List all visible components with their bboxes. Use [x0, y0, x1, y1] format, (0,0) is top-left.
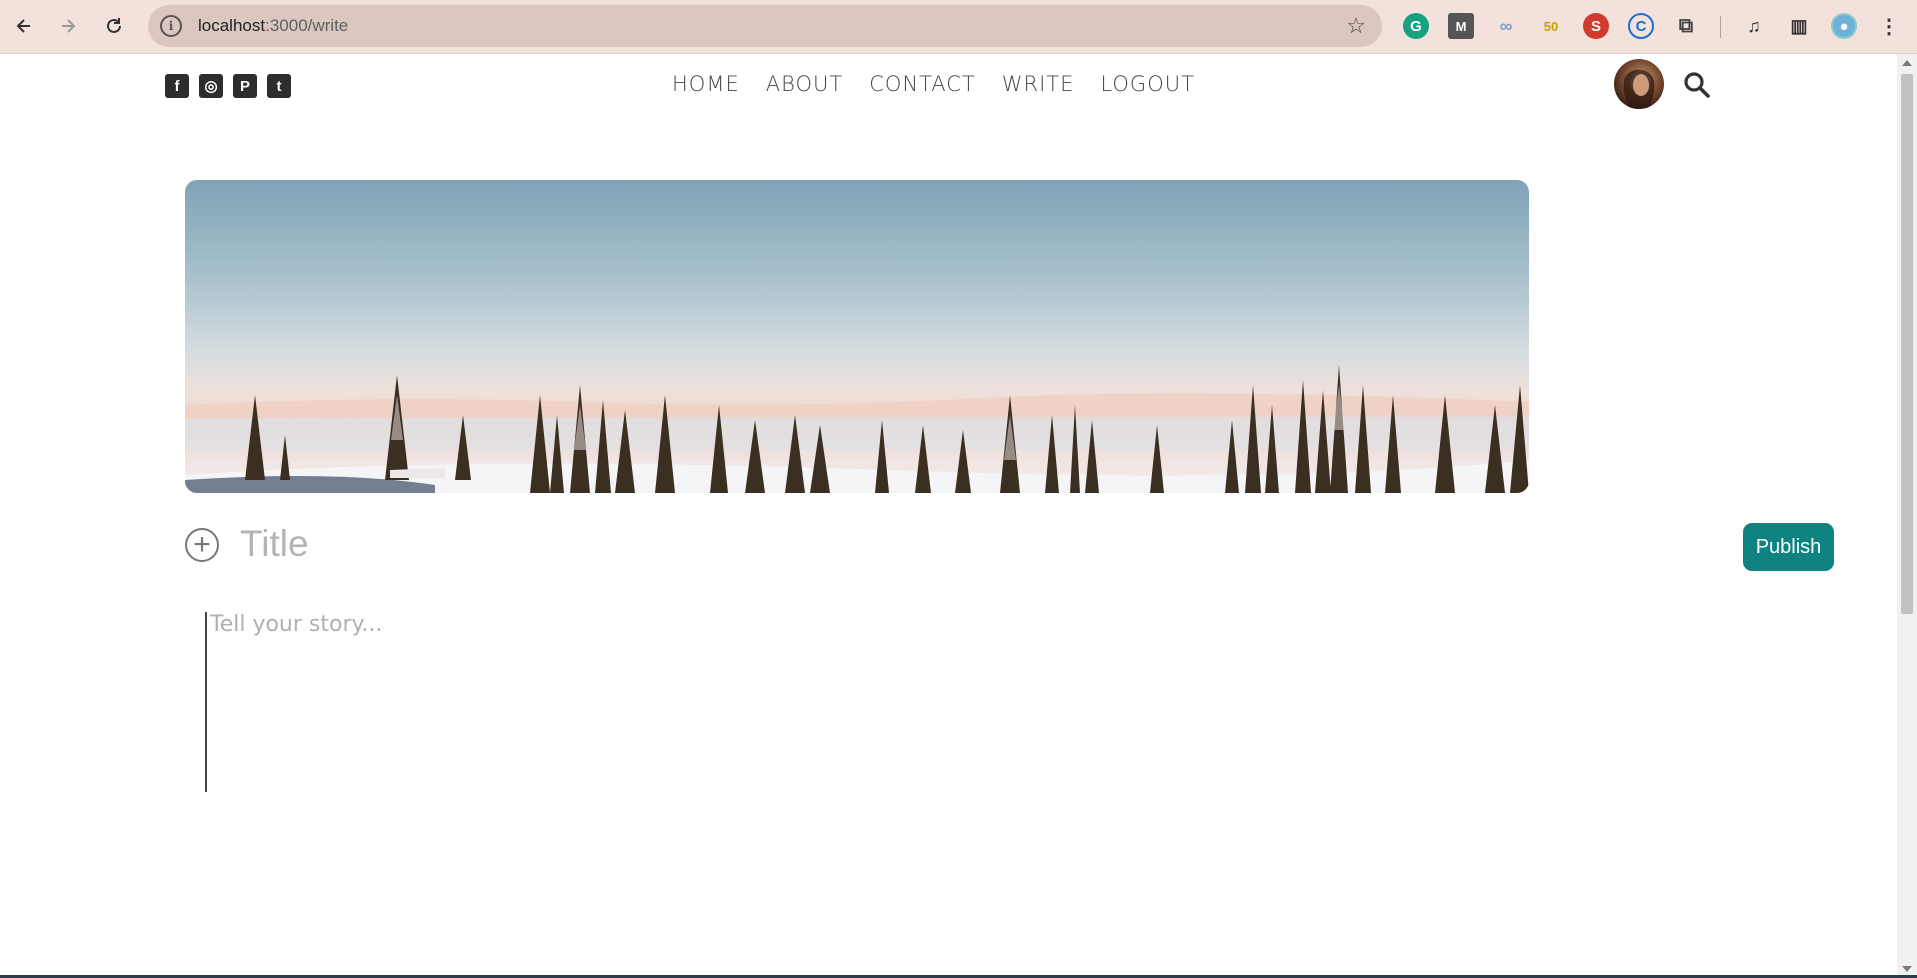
- link-extension-icon[interactable]: ∞: [1493, 13, 1519, 39]
- menu-item-contact[interactable]: CONTACT: [869, 72, 976, 96]
- winter-landscape-image: [185, 365, 1529, 493]
- seo-extension-icon[interactable]: S: [1583, 13, 1609, 39]
- twitter-icon[interactable]: t: [267, 74, 291, 98]
- publish-button[interactable]: Publish: [1743, 523, 1834, 571]
- facebook-icon[interactable]: f: [165, 74, 189, 98]
- site-header: f ◎ P t HOME ABOUT CONTACT WRITE LOGOUT: [0, 54, 1897, 118]
- mail-extension-icon[interactable]: M: [1448, 13, 1474, 39]
- cover-image: [185, 180, 1529, 493]
- add-image-icon[interactable]: +: [185, 528, 219, 562]
- title-input[interactable]: [240, 518, 1240, 570]
- scrollbar-thumb[interactable]: [1901, 74, 1913, 614]
- media-control-icon[interactable]: ♫: [1741, 13, 1767, 39]
- top-menu: HOME ABOUT CONTACT WRITE LOGOUT: [672, 72, 1195, 96]
- extensions-puzzle-icon[interactable]: ⧉: [1673, 13, 1699, 39]
- forward-icon[interactable]: [52, 10, 84, 42]
- back-icon[interactable]: [8, 10, 40, 42]
- reload-icon[interactable]: [98, 10, 130, 42]
- url-text: localhost:3000/write: [198, 16, 348, 36]
- url-host: localhost: [198, 16, 266, 35]
- toolbar-divider: [1720, 16, 1721, 38]
- info-icon[interactable]: i: [160, 15, 182, 37]
- menu-item-about[interactable]: ABOUT: [766, 72, 843, 96]
- page-scrollbar[interactable]: [1897, 54, 1917, 978]
- more-menu-icon[interactable]: ⋮: [1876, 13, 1902, 39]
- menu-item-home[interactable]: HOME: [672, 72, 740, 96]
- browser-toolbar: i localhost:3000/write ☆ G M ∞ 50 S C ⧉ …: [0, 0, 1917, 54]
- menu-item-write[interactable]: WRITE: [1002, 72, 1075, 96]
- instagram-icon[interactable]: ◎: [199, 74, 223, 98]
- address-bar[interactable]: i localhost:3000/write ☆: [148, 5, 1382, 47]
- side-panel-icon[interactable]: ▥: [1786, 13, 1812, 39]
- story-textarea[interactable]: [205, 612, 1505, 792]
- pinterest-icon[interactable]: P: [233, 74, 257, 98]
- copyright-extension-icon[interactable]: C: [1628, 13, 1654, 39]
- star-icon[interactable]: ☆: [1346, 13, 1366, 39]
- search-icon[interactable]: [1683, 71, 1711, 99]
- profile-avatar-icon[interactable]: ●: [1831, 13, 1857, 39]
- social-links: f ◎ P t: [165, 74, 291, 98]
- fifty-extension-icon[interactable]: 50: [1538, 13, 1564, 39]
- scroll-down-arrow-icon[interactable]: [1902, 966, 1912, 972]
- url-path: :3000/write: [265, 16, 349, 35]
- scroll-up-arrow-icon[interactable]: [1902, 60, 1912, 66]
- menu-item-logout[interactable]: LOGOUT: [1100, 72, 1194, 96]
- grammarly-icon[interactable]: G: [1403, 13, 1429, 39]
- user-avatar[interactable]: [1614, 59, 1664, 109]
